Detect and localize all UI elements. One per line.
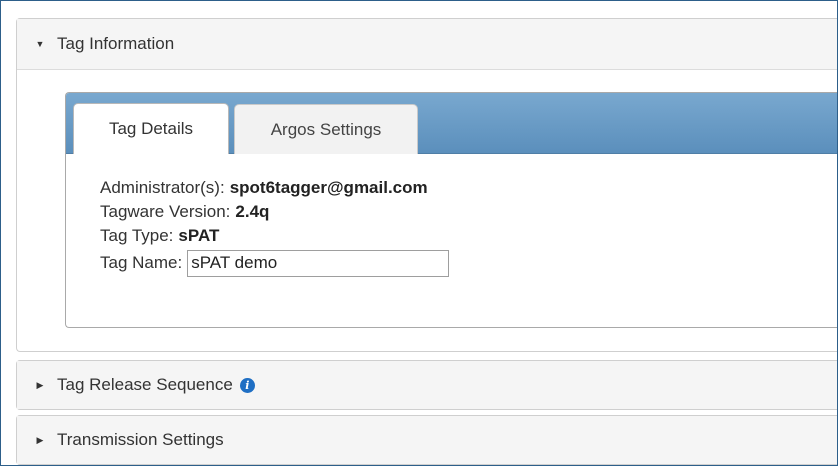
tag-name-input[interactable] — [187, 249, 450, 277]
caret-right-icon: ▶ — [36, 379, 44, 390]
administrators-value: spot6tagger@gmail.com — [229, 178, 428, 197]
tag-type-row: Tag Type: sPAT — [100, 224, 837, 248]
tagware-version-value: 2.4q — [235, 202, 270, 221]
administrators-row: Administrator(s): spot6tagger@gmail.com — [100, 176, 837, 200]
tag-information-panel: ▼ Tag Information Tag Details Argos Sett… — [16, 18, 837, 352]
tag-release-sequence-title: Tag Release Sequence — [57, 375, 233, 394]
tag-information-title: Tag Information — [57, 34, 175, 53]
info-icon[interactable]: i — [239, 377, 255, 393]
tag-name-row: Tag Name: — [100, 248, 837, 278]
tag-type-label: Tag Type: — [100, 226, 174, 245]
tag-release-sequence-header[interactable]: ▶ Tag Release Sequence i — [17, 361, 837, 409]
tagware-version-label: Tagware Version: — [100, 202, 231, 221]
tag-name-label: Tag Name: — [100, 253, 183, 272]
administrators-label: Administrator(s): — [100, 178, 225, 197]
tab-argos-settings[interactable]: Argos Settings — [234, 104, 418, 154]
caret-right-icon: ▶ — [36, 434, 44, 445]
tab-tag-details-label: Tag Details — [108, 119, 194, 138]
tab-tag-details[interactable]: Tag Details — [73, 103, 229, 154]
transmission-settings-title: Transmission Settings — [57, 430, 224, 449]
transmission-settings-panel: ▶ Transmission Settings — [16, 415, 837, 465]
tag-type-value: sPAT — [178, 226, 220, 245]
tab-strip: Tag Details Argos Settings — [66, 93, 837, 154]
tag-release-sequence-panel: ▶ Tag Release Sequence i — [16, 360, 837, 410]
tab-argos-settings-label: Argos Settings — [270, 119, 382, 139]
caret-down-icon: ▼ — [35, 39, 45, 49]
tag-information-header[interactable]: ▼ Tag Information — [17, 19, 837, 70]
tag-settings-window: ▼ Tag Information Tag Details Argos Sett… — [0, 0, 838, 466]
transmission-settings-header[interactable]: ▶ Transmission Settings — [17, 416, 837, 464]
tagware-version-row: Tagware Version: 2.4q — [100, 200, 837, 224]
tag-details-content: Administrator(s): spot6tagger@gmail.com … — [66, 154, 837, 278]
tag-tabs-card: Tag Details Argos Settings Administrator… — [65, 92, 837, 328]
